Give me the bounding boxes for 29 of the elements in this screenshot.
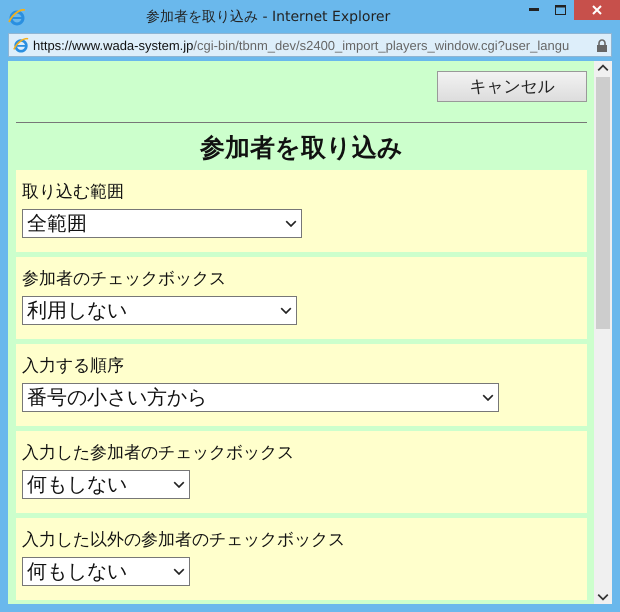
browser-logo-icon (13, 37, 29, 53)
dropdown-select[interactable]: 何もしない (22, 557, 190, 586)
cancel-button[interactable]: キャンセル (437, 71, 587, 102)
option-label: 入力する順序 (22, 355, 124, 377)
dropdown-select[interactable]: 利用しない (22, 296, 297, 325)
maximize-icon (555, 5, 566, 15)
chevron-down-icon (173, 568, 185, 576)
option-label: 参加者のチェックボックス (22, 268, 226, 290)
url-text: https://www.wada-system.jp/cgi-bin/tbnm_dev/s2400_import_players_window.cgi?user_langu (33, 38, 570, 52)
scrollbar[interactable] (594, 61, 612, 604)
close-button[interactable] (574, 0, 620, 20)
chevron-down-icon (482, 394, 494, 402)
browser-logo-icon (8, 8, 26, 26)
dropdown-select[interactable]: 番号の小さい方から (22, 383, 499, 412)
dropdown-select[interactable]: 何もしない (22, 470, 190, 499)
window-title: 参加者を取り込み - Internet Explorer (146, 8, 390, 26)
dropdown-select[interactable]: 全範囲 (22, 209, 302, 238)
option-label: 入力した以外の参加者のチェックボックス (22, 529, 345, 551)
chevron-down-icon (285, 220, 297, 228)
scroll-thumb[interactable] (596, 77, 610, 329)
option-label: 入力した参加者のチェックボックス (22, 442, 294, 464)
option-label: 取り込む範囲 (22, 181, 124, 203)
address-field[interactable]: https://www.wada-system.jp/cgi-bin/tbnm_dev/s2400_import_players_window.cgi?user_langu (8, 33, 612, 57)
chevron-down-icon (280, 306, 292, 314)
page-heading: 参加者を取り込み (199, 132, 404, 164)
close-icon (592, 5, 602, 15)
lock-icon (597, 38, 607, 52)
minimize-icon (528, 8, 538, 12)
chevron-down-icon (173, 480, 185, 488)
